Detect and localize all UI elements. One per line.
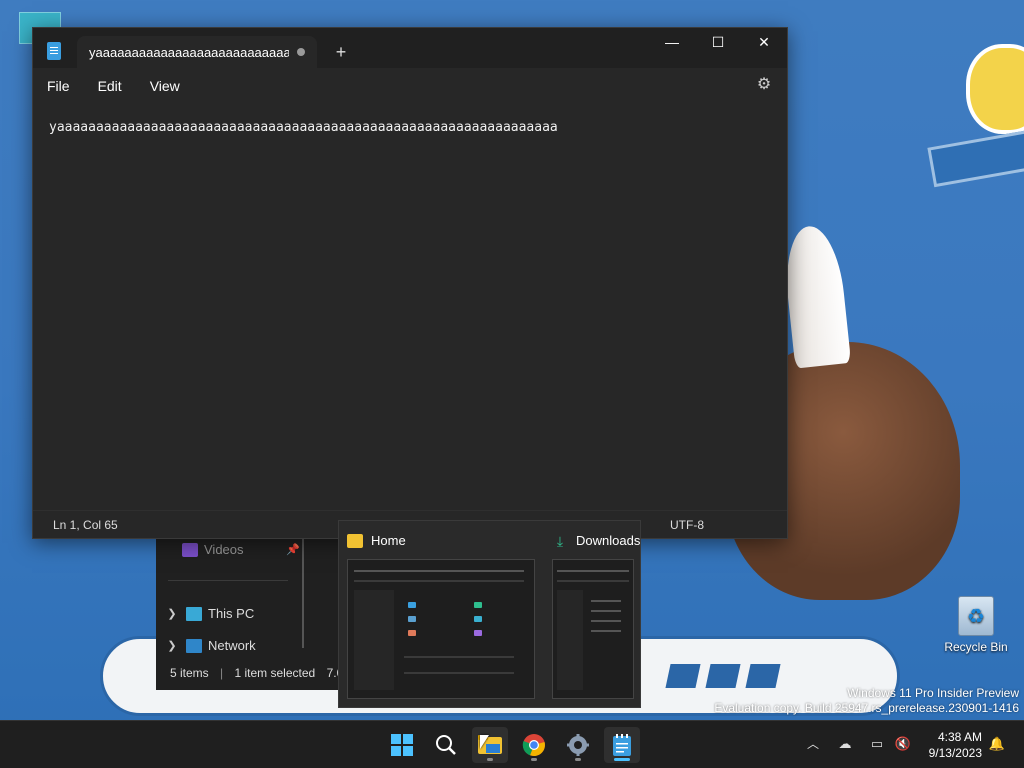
- gear-icon[interactable]: ⚙: [755, 76, 773, 94]
- explorer-status-bar: 5 items | 1 item selected 7.08: [170, 666, 350, 680]
- running-indicator: [575, 758, 581, 761]
- windows-watermark: Windows 11 Pro Insider Preview Evaluatio…: [714, 686, 1019, 716]
- videos-icon: [182, 542, 198, 557]
- volume-muted-icon[interactable]: 🔇: [894, 735, 912, 753]
- search-icon: [436, 735, 456, 755]
- chevron-up-icon[interactable]: ︿: [804, 735, 822, 753]
- menu-bar: File Edit View: [33, 68, 787, 104]
- recycle-bin-icon: ♻: [958, 596, 994, 636]
- windows-start-icon: [391, 734, 413, 756]
- chevron-right-icon[interactable]: ❯: [164, 639, 180, 652]
- notification-bell-icon[interactable]: 🔔: [988, 735, 1006, 753]
- taskbar-file-explorer[interactable]: [472, 727, 508, 763]
- tab-document[interactable]: yaaaaaaaaaaaaaaaaaaaaaaaaaaaaaa: [77, 36, 317, 68]
- running-indicator: [487, 758, 493, 761]
- unsaved-dot-icon[interactable]: [297, 48, 305, 56]
- watermark-line: Windows 11 Pro Insider Preview: [847, 686, 1019, 700]
- network-icon: [186, 638, 202, 653]
- taskbar-chrome[interactable]: [516, 727, 552, 763]
- minimize-button[interactable]: —: [649, 28, 695, 58]
- close-button[interactable]: ✕: [741, 28, 787, 58]
- title-bar[interactable]: yaaaaaaaaaaaaaaaaaaaaaaaaaaaaaa + — ☐ ✕: [33, 28, 787, 68]
- network-status-icon[interactable]: ▭: [868, 735, 886, 753]
- menu-file[interactable]: File: [47, 78, 70, 94]
- nav-item-label: Videos: [204, 542, 244, 557]
- new-tab-button[interactable]: +: [329, 40, 353, 64]
- clock-date: 9/13/2023: [928, 746, 982, 760]
- taskbar-thumbnails: Home ⤓ Downloads: [338, 520, 641, 708]
- nav-item-label: Network: [208, 638, 256, 653]
- thumbnail-title: Downloads: [576, 533, 641, 548]
- scrollbar[interactable]: [302, 538, 304, 648]
- active-indicator: [614, 758, 630, 761]
- pin-icon[interactable]: 📌: [286, 543, 300, 556]
- nav-item-label: This PC: [208, 606, 255, 621]
- clock-time: 4:38 AM: [937, 730, 982, 744]
- tab-title: yaaaaaaaaaaaaaaaaaaaaaaaaaaaaaa: [89, 44, 289, 60]
- taskbar-settings[interactable]: [560, 727, 596, 763]
- chevron-right-icon[interactable]: ❯: [164, 607, 180, 620]
- nav-divider: [168, 580, 288, 581]
- wallpaper-horn: [780, 223, 852, 369]
- thumbnail-downloads[interactable]: ⤓ Downloads: [544, 521, 642, 707]
- notepad-icon: [613, 734, 631, 756]
- file-explorer-window: Videos 📌 ❯ This PC ❯ Network 5 items | 1…: [156, 538, 350, 690]
- wallpaper-ribbon: [927, 128, 1024, 188]
- thumbnail-preview: [552, 559, 634, 699]
- watermark-line: Evaluation copy. Build 25947.rs_prerelea…: [714, 701, 1019, 715]
- wallpaper-tile: [705, 664, 741, 688]
- notepad-window: yaaaaaaaaaaaaaaaaaaaaaaaaaaaaaa + — ☐ ✕ …: [32, 27, 788, 539]
- wallpaper-logo: [966, 44, 1024, 134]
- start-button[interactable]: [384, 727, 420, 763]
- encoding: UTF-8: [670, 518, 704, 532]
- nav-item-this-pc[interactable]: ❯ This PC: [164, 606, 254, 621]
- chrome-icon: [522, 734, 545, 757]
- wallpaper-tile: [665, 664, 701, 688]
- this-pc-icon: [186, 606, 202, 621]
- wallpaper-tile: [745, 664, 781, 688]
- notepad-app-icon: [47, 42, 61, 60]
- cursor-position: Ln 1, Col 65: [53, 518, 118, 532]
- home-folder-icon: [347, 533, 363, 548]
- taskbar: ︿ ☁ ▭ 🔇 4:38 AM 9/13/2023 🔔: [0, 720, 1024, 768]
- thumbnail-title: Home: [371, 533, 406, 548]
- thumbnail-home[interactable]: Home: [339, 521, 544, 707]
- clock[interactable]: 4:38 AM 9/13/2023: [929, 729, 982, 761]
- running-indicator: [531, 758, 537, 761]
- taskbar-notepad[interactable]: [604, 727, 640, 763]
- selected-count: 1 item selected: [234, 666, 316, 680]
- thumbnail-preview: [347, 559, 535, 699]
- maximize-button[interactable]: ☐: [695, 28, 741, 58]
- menu-view[interactable]: View: [150, 78, 180, 94]
- mouse-cursor: [480, 735, 489, 749]
- nav-item-network[interactable]: ❯ Network: [164, 638, 256, 653]
- search-button[interactable]: [428, 727, 464, 763]
- settings-gear-icon: [567, 734, 589, 756]
- desktop-icon-label: Recycle Bin: [944, 640, 1008, 654]
- menu-edit[interactable]: Edit: [98, 78, 122, 94]
- text-editor[interactable]: yaaaaaaaaaaaaaaaaaaaaaaaaaaaaaaaaaaaaaaa…: [49, 120, 771, 135]
- onedrive-icon[interactable]: ☁: [836, 735, 854, 753]
- desktop-icon-recycle-bin[interactable]: ♻ Recycle Bin: [944, 596, 1008, 654]
- item-count: 5 items: [170, 666, 209, 680]
- downloads-icon: ⤓: [556, 532, 564, 549]
